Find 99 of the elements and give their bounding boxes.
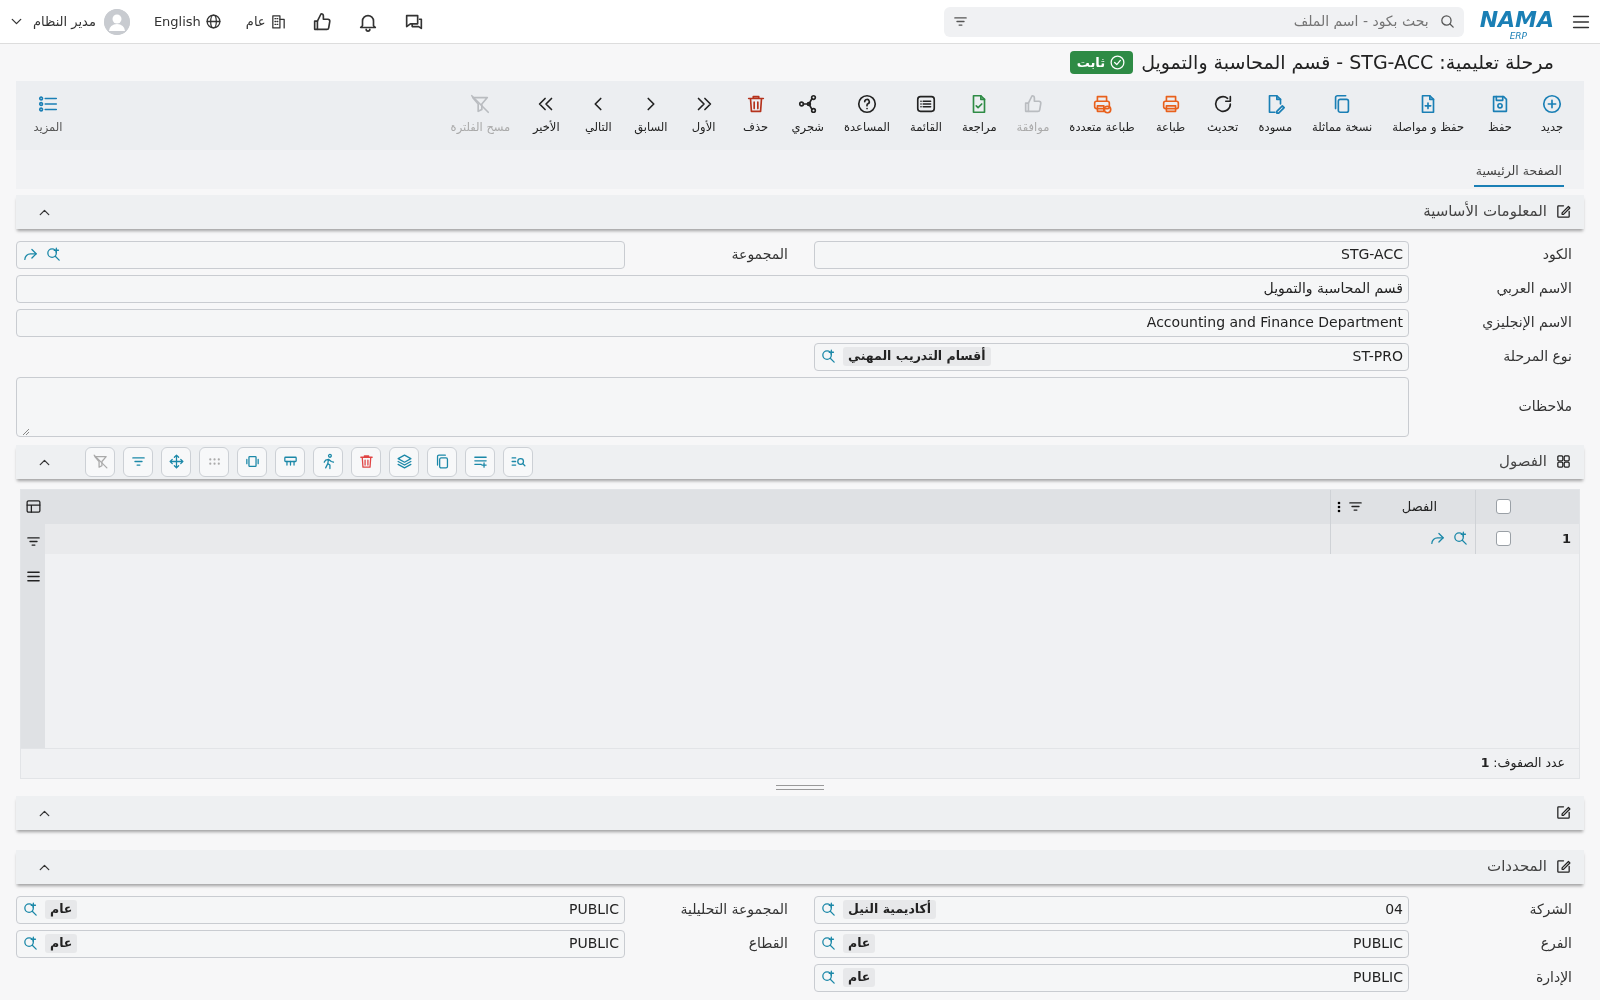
search-plus-icon [1452,530,1469,547]
page-title: مرحلة تعليمية: STG-ACC - قسم المحاسبة والتمويل [1141,50,1554,76]
draft-button[interactable]: مسودة [1252,92,1299,136]
globe-icon [204,13,222,30]
field-label: المجموعة التحليلية [679,900,789,920]
layers-button[interactable] [389,446,419,477]
move-icon [167,453,185,470]
language-button[interactable]: English [153,11,222,32]
help-button[interactable]: المساعدة [837,92,896,136]
input-field[interactable] [16,240,625,269]
resize-icon [243,453,261,470]
search-plus-icon [820,348,837,365]
print-button[interactable]: طباعة [1148,92,1193,136]
company-button[interactable]: عام [245,11,287,32]
resize-handle[interactable] [776,784,824,790]
tag: عام [843,968,876,987]
list-button[interactable]: القائمة [904,92,949,136]
field-label: الشركة [1528,900,1573,920]
last-button[interactable]: الأخير [524,92,569,136]
kebab-icon [1337,499,1341,514]
resize-grip-icon [22,427,30,436]
first-button[interactable]: الأول [681,92,726,136]
notes-field[interactable] [16,376,1409,437]
input-field[interactable]: قسم المحاسبة والتمويل [16,274,1409,303]
column-header[interactable]: الفصل [1330,489,1475,524]
new-button[interactable]: جديد [1530,92,1574,136]
filter-button[interactable] [123,446,153,477]
more-button[interactable]: المزيد [26,92,70,136]
nodes-icon [796,92,819,115]
share-arrow-icon [1429,530,1446,547]
checkbox[interactable] [1496,531,1511,546]
duplicate-button[interactable]: نسخة مماثلة [1306,92,1379,136]
field-label: الاسم الإنجليزي [1481,313,1573,333]
status-badge: ثابت [1069,50,1134,74]
next-button[interactable]: التالي [576,92,621,136]
search-field[interactable]: بحث بكود - اسم الملف [943,6,1464,37]
edit-icon [1555,804,1572,821]
user-menu[interactable]: مدير النظام [8,8,130,35]
move-button[interactable] [161,446,191,477]
table-icon [24,497,42,515]
plus-circle-icon [1541,92,1563,115]
tag: عام [45,934,78,953]
previous-button[interactable]: السابق [628,92,674,136]
field-label: الإدارة [1534,968,1573,988]
avatar-icon [103,8,130,35]
section-title: المعلومات الأساسية [1423,200,1547,223]
filter-off-icon [91,453,109,470]
search-plus-icon [820,969,837,986]
field-label: الفرع [1539,934,1573,954]
trash-icon [357,453,375,470]
input-field[interactable]: Accounting and Finance Department [16,308,1409,337]
field-label: الكود [1541,245,1573,265]
tag: أقسام التدريب المهني [843,347,991,366]
edit-icon [1555,858,1572,875]
table-button[interactable] [275,446,305,477]
save-continue-button[interactable]: حفظ و مواصلة [1386,92,1470,136]
multi-print-button[interactable]: طباعة متعددة [1063,92,1141,136]
building-icon [269,13,287,30]
help-icon [856,92,878,115]
tree-button[interactable]: شجري [785,92,830,136]
share-arrow-icon [22,246,39,263]
clear-filter-button[interactable] [85,446,115,477]
input-field[interactable]: STG-ACC [814,240,1409,269]
search-plus-icon [22,935,39,952]
checkbox[interactable] [1496,499,1511,514]
tag: عام [843,934,876,953]
delete-button[interactable]: حذف [733,92,778,136]
tag: أكاديمية النيل [843,900,937,919]
check-circle-icon [1109,53,1127,71]
field-label: ملاحظات [1517,397,1573,416]
copy-button[interactable] [427,446,457,477]
tag: عام [45,900,78,919]
search-plus-icon [820,935,837,952]
section-title: المحددات [1487,856,1547,878]
search-plus-icon [45,246,62,263]
section-title: الفصول [1499,451,1547,473]
dots-button[interactable] [199,446,229,477]
field-label: الاسم العربي [1495,279,1573,299]
row-number: 1 [1560,529,1572,548]
field-label: المجموعة [730,245,789,265]
edit-icon [1555,203,1572,220]
layers-icon [395,453,413,470]
refresh-button[interactable]: تحديث [1200,92,1245,136]
review-button[interactable]: مراجعة [956,92,1003,136]
search-input[interactable]: بحث بكود - اسم الملف [976,10,1431,33]
field-label: نوع المرحلة [1502,347,1573,367]
fit-columns-button[interactable] [237,446,267,477]
tab[interactable]: الصفحة الرئيسية [1473,159,1564,187]
add-row-button[interactable] [465,446,495,477]
search-plus-icon [820,901,837,918]
field-label: القطاع [747,934,789,954]
filter-off-icon [469,92,492,115]
grid-icon [1555,453,1572,470]
save-button[interactable]: حفظ [1478,92,1522,136]
search-icon [1438,13,1456,30]
search-rows-button[interactable] [503,446,533,477]
run-button[interactable] [313,446,343,477]
search-plus-icon [22,901,39,918]
delete-rows-button[interactable] [351,446,381,477]
